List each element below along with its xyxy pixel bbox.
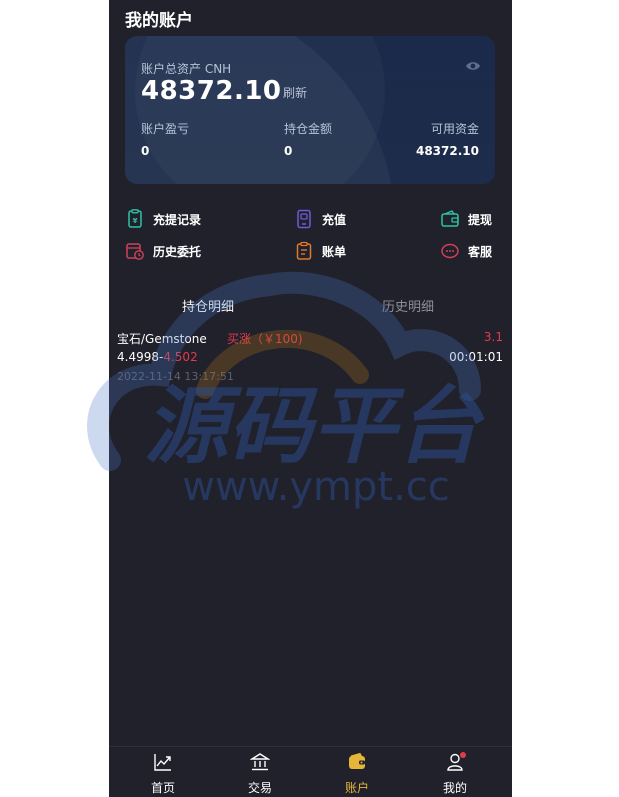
page-title: 我的账户 [125, 11, 193, 31]
phone-deposit-icon [297, 209, 311, 229]
total-assets-label: 账户总资产 CNH [141, 62, 232, 76]
customer-service-button[interactable]: 客服 [440, 241, 492, 261]
position-row[interactable]: 宝石/Gemstone 买涨（￥100) 3.1 4.4998-4.502 00… [109, 328, 512, 388]
refresh-button[interactable]: 刷新 [283, 84, 307, 101]
available-funds-label: 可用资金 [430, 122, 479, 136]
order-history-button[interactable]: 历史委托 [125, 241, 201, 261]
nav-home[interactable]: 首页 [113, 747, 213, 797]
entry-price: 4.4998 [117, 350, 159, 364]
chart-trend-icon [154, 754, 171, 771]
action-label: 提现 [468, 212, 493, 227]
deposit-button[interactable]: 充值 [294, 209, 346, 229]
wallet-icon [349, 752, 365, 769]
nav-mine[interactable]: 我的 [405, 747, 505, 797]
position-prices: 4.4998-4.502 [117, 350, 198, 364]
svg-text:¥: ¥ [133, 217, 138, 225]
card-decoration [135, 36, 385, 184]
action-label: 充提记录 [153, 212, 202, 227]
tab-history[interactable]: 历史明细 [382, 296, 434, 315]
position-amount-value: 0 [284, 144, 293, 158]
action-label: 客服 [468, 244, 493, 259]
profit-loss-label: 账户盈亏 [141, 122, 190, 136]
wallet-record-icon: ¥ [128, 209, 142, 228]
nav-label: 交易 [247, 781, 272, 795]
nav-account[interactable]: 账户 [307, 747, 407, 797]
position-amount-label: 持仓金额 [284, 122, 333, 136]
account-summary-card: 账户总资产 CNH 48372.10 刷新 账户盈亏 0 持仓金额 0 可用资金… [125, 36, 495, 184]
clipboard-bill-icon [296, 241, 312, 260]
account-page: 我的账户 账户总资产 CNH 48372.10 刷新 账户盈亏 0 持仓金额 0… [109, 0, 512, 797]
position-timestamp: 2022-11-14 13:17:51 [117, 370, 234, 383]
calendar-clock-icon [126, 243, 144, 260]
deposit-withdraw-records-button[interactable]: ¥ 充提记录 [125, 209, 201, 229]
withdraw-button[interactable]: 提现 [440, 209, 492, 229]
profit-loss-value: 0 [141, 144, 150, 158]
position-pair: 宝石/Gemstone [117, 332, 207, 346]
total-assets-value: 48372.10 [141, 76, 282, 106]
action-label: 账单 [322, 244, 347, 259]
nav-label: 账户 [344, 781, 369, 795]
nav-label: 我的 [442, 781, 467, 795]
bill-button[interactable]: 账单 [294, 241, 346, 261]
chat-support-icon [441, 243, 459, 259]
eye-icon[interactable] [465, 60, 481, 72]
bank-icon [250, 753, 270, 771]
action-label: 历史委托 [153, 244, 202, 259]
notification-dot [460, 752, 466, 758]
tab-holdings[interactable]: 持仓明细 [182, 296, 234, 315]
bottom-nav: 首页 交易 账户 我的 [109, 746, 512, 797]
position-countdown: 00:01:01 [449, 350, 503, 364]
action-label: 充值 [322, 212, 347, 227]
current-price: 4.502 [163, 350, 198, 364]
position-pnl: 3.1 [483, 330, 503, 344]
available-funds-value: 48372.10 [415, 144, 479, 158]
nav-label: 首页 [150, 781, 175, 795]
wallet-withdraw-icon [441, 210, 459, 227]
nav-trade[interactable]: 交易 [210, 747, 310, 797]
position-direction: 买涨（￥100) [227, 332, 303, 346]
